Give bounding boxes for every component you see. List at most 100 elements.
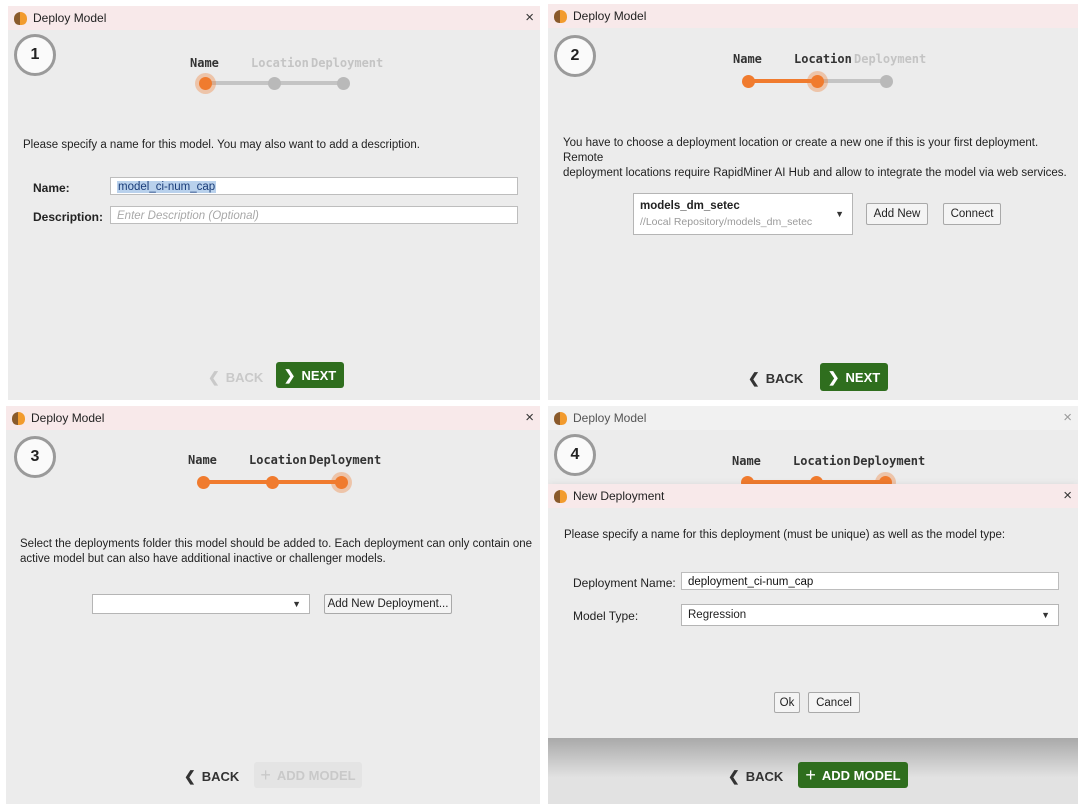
app-logo-icon xyxy=(12,411,25,425)
deployment-folder-dropdown[interactable]: ▼ xyxy=(92,594,310,614)
dialog-title: New Deployment xyxy=(573,489,665,503)
next-button[interactable]: ❯ NEXT xyxy=(820,363,888,391)
window-title: Deploy Model xyxy=(33,11,107,25)
close-icon[interactable]: × xyxy=(525,409,534,426)
wizard-dot-location xyxy=(268,77,281,90)
add-model-button[interactable]: + ADD MODEL xyxy=(798,762,908,788)
panel-step-4: Deploy Model × 4 Name Location Deploymen… xyxy=(548,406,1078,804)
model-name-input[interactable]: model_ci-num_cap xyxy=(110,177,518,195)
model-name-value: model_ci-num_cap xyxy=(117,181,217,193)
chevron-right-icon: ❯ xyxy=(283,366,296,383)
description-label: Description: xyxy=(33,210,104,224)
dropdown-arrow-icon: ▼ xyxy=(292,599,301,609)
wizard-step-deployment: Deployment xyxy=(853,454,926,468)
window-title: Deploy Model xyxy=(573,9,647,23)
wizard-progress-track-done xyxy=(749,79,818,83)
chevron-left-icon: ❮ xyxy=(184,768,196,784)
next-label: NEXT xyxy=(301,367,337,383)
dialog-description: Please specify a name for this deploymen… xyxy=(564,529,1006,541)
add-new-location-button[interactable]: Add New xyxy=(866,203,928,225)
wizard-dot-location xyxy=(811,75,824,88)
add-model-label: ADD MODEL xyxy=(821,767,901,783)
back-button[interactable]: ❮ BACK xyxy=(728,768,783,785)
description-line-2: deployment locations require RapidMiner … xyxy=(563,167,1067,179)
chevron-left-icon: ❮ xyxy=(728,768,740,784)
deployment-name-input[interactable]: deployment_ci-num_cap xyxy=(681,572,1059,590)
back-button[interactable]: ❮ BACK xyxy=(184,768,239,785)
connect-button[interactable]: Connect xyxy=(943,203,1001,225)
back-button: ❮ BACK xyxy=(208,369,263,386)
wizard-dot-deployment xyxy=(337,77,350,90)
wizard-dot-location xyxy=(266,476,279,489)
chevron-left-icon: ❮ xyxy=(748,370,760,386)
dropdown-arrow-icon: ▼ xyxy=(835,209,844,219)
cancel-button[interactable]: Cancel xyxy=(808,692,860,713)
name-label: Name: xyxy=(33,181,70,195)
model-type-value: Regression xyxy=(688,609,747,621)
step-number-badge: 4 xyxy=(554,434,596,476)
add-model-label: ADD MODEL xyxy=(276,767,356,783)
model-type-dropdown[interactable]: Regression ▼ xyxy=(681,604,1059,626)
back-label: BACK xyxy=(745,769,784,784)
add-model-button: + ADD MODEL xyxy=(254,762,362,788)
wizard-step-location: Location xyxy=(794,52,852,66)
title-bar: Deploy Model xyxy=(548,4,1078,28)
step-number-badge: 3 xyxy=(14,436,56,478)
app-logo-icon xyxy=(554,489,567,503)
close-icon[interactable]: × xyxy=(1063,409,1072,426)
back-label: BACK xyxy=(225,370,264,385)
description-line-2: active model but can also have additiona… xyxy=(20,553,386,565)
window-title: Deploy Model xyxy=(573,411,647,425)
wizard-dot-deployment xyxy=(335,476,348,489)
title-bar: Deploy Model × xyxy=(8,6,540,30)
step-number-badge: 2 xyxy=(554,35,596,77)
dialog-title-bar: New Deployment × xyxy=(548,484,1078,508)
wizard-step-name: Name xyxy=(733,52,762,66)
description-line-1: Select the deployments folder this model… xyxy=(20,538,533,550)
deployment-name-label: Deployment Name: xyxy=(573,576,676,590)
add-new-deployment-button[interactable]: Add New Deployment... xyxy=(324,594,452,614)
description-input[interactable]: Enter Description (Optional) xyxy=(110,206,518,224)
location-dropdown[interactable]: models_dm_setec //Local Repository/model… xyxy=(633,193,853,235)
chevron-left-icon: ❮ xyxy=(208,369,220,385)
wizard-dot-name xyxy=(197,476,210,489)
wizard-progress-track xyxy=(818,79,887,83)
wizard-step-deployment: Deployment xyxy=(311,56,384,70)
panel-step-3: Deploy Model × 3 Name Location Deploymen… xyxy=(6,406,540,804)
window-title: Deploy Model xyxy=(31,411,105,425)
dropdown-arrow-icon: ▼ xyxy=(1041,610,1050,620)
close-icon[interactable]: × xyxy=(525,9,534,26)
step-description: Select the deployments folder this model… xyxy=(20,537,532,567)
location-path: //Local Repository/models_dm_setec xyxy=(640,216,813,228)
step-number-badge: 1 xyxy=(14,34,56,76)
wizard-step-name: Name xyxy=(190,56,219,70)
wizard-step-location: Location xyxy=(251,56,309,70)
wizard-step-deployment: Deployment xyxy=(309,453,382,467)
wizard-step-name: Name xyxy=(732,454,761,468)
app-logo-icon xyxy=(554,411,567,425)
model-type-label: Model Type: xyxy=(573,609,639,623)
close-icon[interactable]: × xyxy=(1063,487,1072,504)
plus-icon: + xyxy=(260,765,271,785)
back-button[interactable]: ❮ BACK xyxy=(748,370,803,387)
location-name: models_dm_setec xyxy=(640,200,740,212)
next-label: NEXT xyxy=(845,369,881,385)
description-line-1: You have to choose a deployment location… xyxy=(563,137,1039,164)
step-description: Please specify a name for this model. Yo… xyxy=(23,139,420,151)
wizard-step-location: Location xyxy=(249,453,307,467)
title-bar: Deploy Model × xyxy=(548,406,1078,430)
panel-step-2: Deploy Model 2 Name Location Deployment … xyxy=(548,4,1078,400)
wizard-dot-name xyxy=(199,77,212,90)
app-logo-icon xyxy=(554,9,567,23)
ok-button[interactable]: Ok xyxy=(774,692,800,713)
wizard-step-deployment: Deployment xyxy=(854,52,927,66)
wizard-step-name: Name xyxy=(188,453,217,467)
next-button[interactable]: ❯ NEXT xyxy=(276,362,344,388)
chevron-right-icon: ❯ xyxy=(827,368,840,385)
app-logo-icon xyxy=(14,11,27,25)
new-deployment-dialog: New Deployment × Please specify a name f… xyxy=(548,484,1078,738)
plus-icon: + xyxy=(805,765,816,785)
back-label: BACK xyxy=(201,769,240,784)
wizard-step-location: Location xyxy=(793,454,851,468)
wizard-dot-name xyxy=(742,75,755,88)
